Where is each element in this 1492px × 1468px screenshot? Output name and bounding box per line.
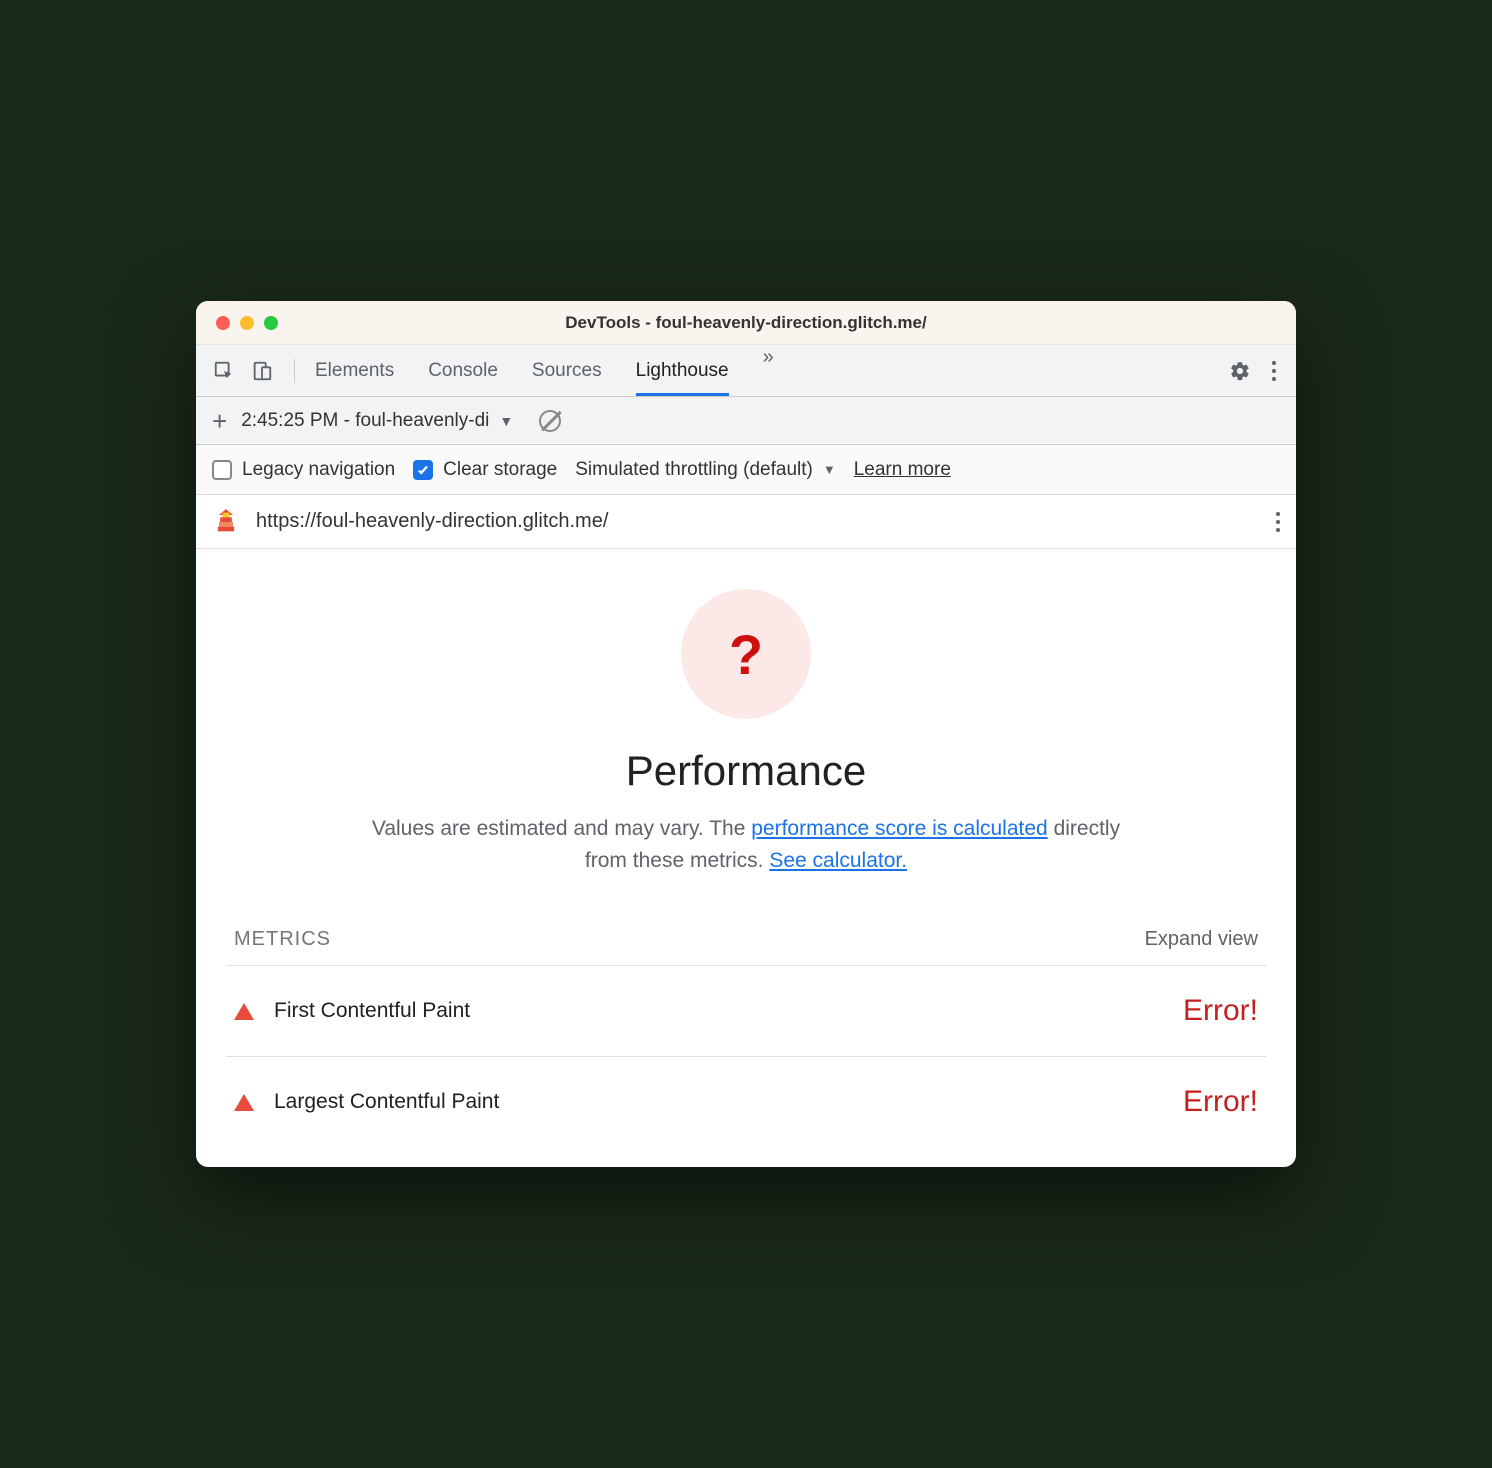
dropdown-caret-icon: ▼ xyxy=(499,413,513,429)
window-title: DevTools - foul-heavenly-direction.glitc… xyxy=(196,313,1296,333)
throttling-label: Simulated throttling (default) xyxy=(575,459,813,481)
inspect-element-icon[interactable] xyxy=(212,359,236,383)
new-report-button[interactable]: + xyxy=(212,408,227,434)
clear-storage-label: Clear storage xyxy=(443,459,557,481)
category-title: Performance xyxy=(216,747,1276,795)
metric-value: Error! xyxy=(1183,994,1258,1028)
minimize-window-button[interactable] xyxy=(240,316,254,330)
metrics-header: METRICS Expand view xyxy=(226,928,1266,966)
metric-row: Largest Contentful Paint Error! xyxy=(226,1057,1266,1147)
metric-value: Error! xyxy=(1183,1085,1258,1119)
report-select-label: 2:45:25 PM - foul-heavenly-di xyxy=(241,410,489,432)
lighthouse-toolbar: + 2:45:25 PM - foul-heavenly-di ▼ xyxy=(196,397,1296,445)
checkbox-checked-icon xyxy=(413,460,433,480)
legacy-navigation-checkbox[interactable]: Legacy navigation xyxy=(212,459,395,481)
score-gauge: ? xyxy=(681,589,811,719)
tab-elements[interactable]: Elements xyxy=(315,346,394,396)
throttling-select[interactable]: Simulated throttling (default) ▼ xyxy=(575,459,836,481)
metric-name: First Contentful Paint xyxy=(274,999,470,1023)
learn-more-link[interactable]: Learn more xyxy=(854,459,951,481)
tab-lighthouse[interactable]: Lighthouse xyxy=(636,346,729,396)
desc-text: Values are estimated and may vary. The xyxy=(372,817,751,840)
settings-gear-icon[interactable] xyxy=(1228,359,1252,383)
metric-name: Largest Contentful Paint xyxy=(274,1090,499,1114)
divider xyxy=(294,359,295,383)
report-url: https://foul-heavenly-direction.glitch.m… xyxy=(256,510,608,533)
lighthouse-logo-icon xyxy=(212,508,240,536)
report-content: ? Performance Values are estimated and m… xyxy=(196,549,1296,1167)
report-url-bar: https://foul-heavenly-direction.glitch.m… xyxy=(196,495,1296,549)
error-triangle-icon xyxy=(234,1094,254,1111)
maximize-window-button[interactable] xyxy=(264,316,278,330)
error-triangle-icon xyxy=(234,1003,254,1020)
report-menu-icon[interactable] xyxy=(1276,512,1280,532)
devtools-window: DevTools - foul-heavenly-direction.glitc… xyxy=(196,301,1296,1167)
metric-row: First Contentful Paint Error! xyxy=(226,966,1266,1057)
more-tabs-icon[interactable]: » xyxy=(763,346,774,396)
devtools-tabbar: Elements Console Sources Lighthouse » xyxy=(196,345,1296,397)
clear-icon[interactable] xyxy=(539,410,561,432)
close-window-button[interactable] xyxy=(216,316,230,330)
kebab-menu-icon[interactable] xyxy=(1272,361,1276,381)
clear-storage-checkbox[interactable]: Clear storage xyxy=(413,459,557,481)
tab-console[interactable]: Console xyxy=(428,346,498,396)
see-calculator-link[interactable]: See calculator. xyxy=(769,849,907,872)
gauge-value: ? xyxy=(729,622,763,687)
titlebar: DevTools - foul-heavenly-direction.glitc… xyxy=(196,301,1296,345)
panel-tabs: Elements Console Sources Lighthouse » xyxy=(315,346,774,396)
dropdown-caret-icon: ▼ xyxy=(823,462,836,477)
checkbox-unchecked-icon xyxy=(212,460,232,480)
lighthouse-options: Legacy navigation Clear storage Simulate… xyxy=(196,445,1296,495)
device-toggle-icon[interactable] xyxy=(250,359,274,383)
tab-sources[interactable]: Sources xyxy=(532,346,602,396)
metrics-title: METRICS xyxy=(234,928,331,951)
category-description: Values are estimated and may vary. The p… xyxy=(366,813,1126,876)
legacy-navigation-label: Legacy navigation xyxy=(242,459,395,481)
report-select[interactable]: 2:45:25 PM - foul-heavenly-di ▼ xyxy=(241,410,513,432)
expand-view-toggle[interactable]: Expand view xyxy=(1145,928,1258,951)
performance-score-link[interactable]: performance score is calculated xyxy=(751,817,1047,840)
traffic-lights xyxy=(196,316,278,330)
